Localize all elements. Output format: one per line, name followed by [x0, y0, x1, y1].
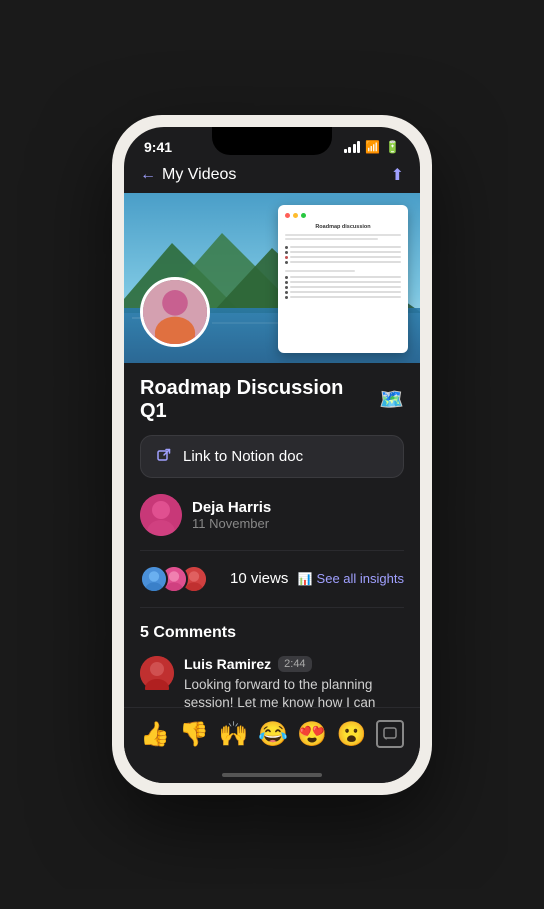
emoji-bar: 👍 👎 🙌 😂 😍 😮: [124, 707, 420, 769]
external-link-icon: [157, 448, 171, 465]
emoji-clap[interactable]: 🙌: [219, 720, 249, 749]
signal-icon: [344, 141, 361, 153]
stack-avatar-1: [140, 565, 168, 593]
share-button[interactable]: ⬆: [391, 165, 404, 185]
see-all-insights-button[interactable]: 📊 See all insights: [298, 571, 404, 586]
wifi-icon: 📶: [365, 140, 380, 154]
compose-comment-button[interactable]: [376, 720, 404, 748]
avatar-stack: [140, 565, 208, 593]
notion-bullet-2: [285, 251, 401, 254]
author-section: Deja Harris 11 November: [140, 494, 404, 551]
comment-author: Luis Ramirez: [184, 656, 271, 672]
notion-line-2: [285, 238, 378, 240]
status-time: 9:41: [144, 139, 172, 155]
link-to-notion-button[interactable]: Link to Notion doc: [140, 435, 404, 478]
home-indicator: [124, 769, 420, 783]
nav-title: My Videos: [162, 166, 236, 184]
emoji-heart-eyes[interactable]: 😍: [297, 720, 327, 749]
insights-chart-icon: 📊: [298, 572, 313, 586]
notch: [212, 127, 332, 155]
views-count: 10 views: [230, 570, 288, 587]
author-avatar: [140, 494, 182, 536]
emoji-surprised[interactable]: 😮: [337, 720, 367, 749]
battery-icon: 🔋: [385, 140, 400, 154]
comments-header: 5 Comments: [140, 624, 404, 642]
video-title: Roadmap Discussion Q1 🗺️: [140, 377, 404, 423]
author-name: Deja Harris: [192, 499, 271, 516]
phone-frame: 9:41 📶 🔋 ← My Videos ⬆: [112, 115, 432, 795]
comments-section: 5 Comments Luis Ramirez: [140, 624, 404, 707]
notion-green-dot: [301, 213, 306, 218]
notion-doc-overlay: Roadmap discussion: [278, 205, 408, 353]
comment-content: Luis Ramirez 2:44 Looking forward to the…: [184, 656, 404, 707]
link-button-label: Link to Notion doc: [183, 448, 303, 465]
comment-item: Luis Ramirez 2:44 Looking forward to the…: [140, 656, 404, 707]
title-emoji: 🗺️: [379, 387, 404, 412]
phone-screen: 9:41 📶 🔋 ← My Videos ⬆: [124, 127, 420, 783]
see-insights-label: See all insights: [317, 571, 404, 586]
video-thumbnail: Roadmap discussion: [124, 193, 420, 363]
comment-text: Looking forward to the planning session!…: [184, 676, 404, 707]
emoji-thumbsdown[interactable]: 👎: [179, 720, 209, 749]
back-arrow-icon: ←: [140, 166, 156, 184]
author-date: 11 November: [192, 516, 271, 531]
emoji-laugh[interactable]: 😂: [258, 720, 288, 749]
notion-top-bar: [285, 213, 401, 218]
notion-bullet-1: [285, 246, 401, 249]
emoji-thumbsup[interactable]: 👍: [140, 720, 170, 749]
notion-bullet-4: [285, 261, 401, 264]
thumbnail-avatar: [140, 277, 210, 347]
notion-yellow-dot: [293, 213, 298, 218]
comment-avatar: [140, 656, 174, 690]
comment-timestamp: 2:44: [278, 656, 311, 672]
insights-section: 10 views 📊 See all insights: [140, 565, 404, 608]
status-icons: 📶 🔋: [344, 140, 400, 154]
nav-bar: ← My Videos ⬆: [124, 161, 420, 193]
video-content: Roadmap Discussion Q1 🗺️ Link to Notion …: [124, 363, 420, 707]
nav-back[interactable]: ← My Videos: [140, 166, 236, 184]
comment-header-row: Luis Ramirez 2:44: [184, 656, 404, 672]
notion-red-dot: [285, 213, 290, 218]
thumbnail-avatar-img: [143, 280, 207, 344]
notion-bullet-3: [285, 256, 401, 259]
author-info: Deja Harris 11 November: [192, 499, 271, 531]
notion-doc-title: Roadmap discussion: [285, 224, 401, 230]
insights-left: 10 views: [140, 565, 288, 593]
content-area: Roadmap discussion: [124, 193, 420, 707]
home-bar: [222, 773, 322, 777]
notion-line-1: [285, 234, 401, 236]
